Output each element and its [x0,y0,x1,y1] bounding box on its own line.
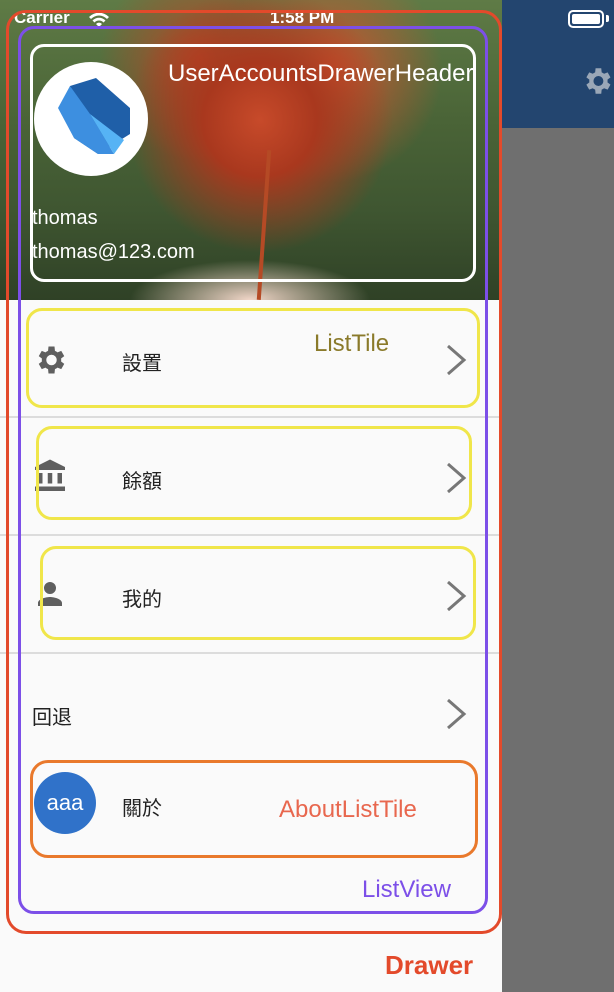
listtile-annotation-label: ListTile [314,330,390,357]
listview-annotation-label: ListView [362,876,451,903]
battery-tip [606,15,609,22]
drawer-annotation-label: Drawer [385,950,474,980]
settings-gear-icon[interactable] [580,64,614,98]
listtile-annotation-box [40,546,476,640]
about-annotation-label: AboutListTile [279,796,417,823]
listtile-annotation-box [36,426,472,520]
listtile-annotation-box [26,308,480,408]
battery-icon [568,10,604,28]
header-annotation-label: UserAccountsDrawerHeader [168,60,474,87]
